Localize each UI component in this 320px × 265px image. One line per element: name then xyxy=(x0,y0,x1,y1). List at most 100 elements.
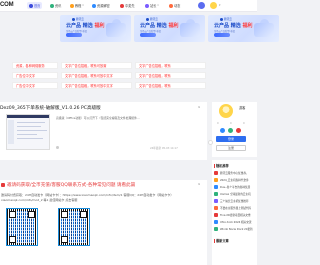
bullet-icon xyxy=(214,192,218,196)
promo-link[interactable]: 文字广告位招租，联系 xyxy=(135,62,206,69)
list-item-label: Ufox dock 2024 相关交流 xyxy=(220,221,252,224)
ad-brand: 腾讯云 xyxy=(72,17,84,21)
bullet-icon xyxy=(214,227,218,231)
cloud-icon xyxy=(220,17,223,21)
article-card: 邀请码获取/全币充值/客服QQ联系方式-各种常见问题 请看此篇 ∨ 邀请码付费获… xyxy=(0,180,207,265)
ad-card[interactable]: 腾讯云 云产品 精选 福利 全场云产品低至1折起 xyxy=(134,15,205,42)
ad-cta-button[interactable] xyxy=(140,33,156,37)
thumb-line xyxy=(17,122,45,123)
list-item[interactable]: Ufox dock 2024 相关交流 xyxy=(214,220,251,224)
nav-item-feed[interactable]: 动态 xyxy=(167,2,182,9)
site-logo[interactable]: COM xyxy=(0,2,14,8)
chevron-down-icon[interactable]: ∨ xyxy=(198,105,200,109)
nav-item-resources[interactable]: 资源解密 xyxy=(90,2,112,9)
ad-brand-label: 腾讯云 xyxy=(224,18,232,21)
bullet-icon xyxy=(214,178,218,182)
qr-code xyxy=(58,208,90,246)
ad-title-hot: 福利 xyxy=(168,23,179,29)
search-icon[interactable] xyxy=(198,2,205,9)
ad-cta-button[interactable] xyxy=(66,33,82,37)
promo-link[interactable]: 文字广告位招租，联系 xyxy=(135,72,206,79)
ad-brand: 腾讯云 xyxy=(146,17,158,21)
accent-bar xyxy=(214,238,215,243)
panel-heading-label: 最新文章 xyxy=(216,239,229,243)
user-panel: 游客 0 0 0 登录 注册 xyxy=(212,102,257,157)
ad-title-hot: 福利 xyxy=(94,23,105,29)
avatar[interactable] xyxy=(219,104,233,118)
chevron-down-icon[interactable]: ▾ xyxy=(219,3,221,7)
user-icon xyxy=(145,3,149,8)
nav-item-prize[interactable]: 中奖先 xyxy=(118,2,137,9)
news-icon xyxy=(50,3,54,8)
wechat-icon[interactable] xyxy=(228,128,233,133)
list-item-label: 不要在主服务器上测试代码 xyxy=(220,207,252,210)
recommend-panel: 随机推荐 腾讯云服务中心优惠券， 2024_云主机各种代金劵 Dus--各个平台… xyxy=(212,160,257,265)
ad-card[interactable]: 腾讯云 云产品 精选 福利 全场云产品低至1折起 xyxy=(208,15,279,42)
qr-corner xyxy=(61,236,68,243)
list-item-label: 腾讯云服务中心优惠券， xyxy=(220,172,249,175)
ad-card[interactable]: 腾讯云 云产品 精选 福利 全场云产品低至1折起 xyxy=(60,15,131,42)
nav-label: 首页 xyxy=(34,4,41,8)
chevron-down-icon: ▾ xyxy=(82,4,84,7)
thumb-sidebar xyxy=(8,120,14,144)
article-title[interactable]: Dez09_365下单系统-破解版_V1.0.26 PC高级版 xyxy=(0,105,101,111)
decor-shape xyxy=(106,23,126,37)
home-icon xyxy=(29,3,33,8)
qq-icon[interactable] xyxy=(220,128,225,133)
ad-title: 云产品 精选 福利 xyxy=(214,22,253,29)
article-excerpt: 高级版（Office功能）可以打开下（包括完全编辑及文件处理组件… xyxy=(56,116,140,120)
ad-brand-label: 腾讯云 xyxy=(150,18,158,21)
qr-corner xyxy=(61,211,68,218)
avatar[interactable] xyxy=(210,2,217,9)
promo-link[interactable]: 文字广告位招租，联系可放中文字 xyxy=(61,82,132,89)
ad-cta-button[interactable] xyxy=(214,33,230,37)
nav-item-tutorial[interactable]: 教程 ▾ xyxy=(68,2,86,9)
nav-label: 站长 xyxy=(150,4,157,8)
qr-code xyxy=(6,208,38,246)
list-item[interactable]: Windo Nocw Dock 24更新 xyxy=(214,227,253,231)
list-item[interactable]: Uomax 全球最新的云主机 xyxy=(214,192,251,196)
list-item[interactable]: 腾讯云服务中心优惠券， xyxy=(214,171,249,175)
cloud-icon xyxy=(146,17,149,21)
accent-bar xyxy=(214,163,215,168)
promo-link[interactable]: 资源，各种网络服务 xyxy=(12,62,58,69)
article-meta xyxy=(56,146,59,149)
nav-item-webmaster[interactable]: 站长 ▾ xyxy=(143,2,161,9)
login-button[interactable]: 登录 xyxy=(216,136,246,142)
qr-corner xyxy=(28,211,35,218)
stat-value: 0 xyxy=(217,122,219,125)
bullet-icon xyxy=(214,171,218,175)
book-icon xyxy=(70,3,74,8)
nav-item-home[interactable]: 首页 xyxy=(27,2,43,9)
list-item[interactable]: 不要在主服务器上测试代码 xyxy=(214,206,251,210)
article-title[interactable]: 邀请码获取/全币充值/客服QQ联系方式-各种常见问题 请看此篇 xyxy=(7,182,135,188)
activity-icon xyxy=(169,3,173,8)
ad-banner-row: 腾讯云 云产品 精选 福利 全场云产品低至1折起 腾讯云 云产品 精选 福利 全… xyxy=(60,15,279,42)
promo-link[interactable]: 广告位中文字 xyxy=(12,72,58,79)
promo-link[interactable]: 文字广告位招租，联系可放中文字 xyxy=(61,72,132,79)
nav-item-news[interactable]: 资讯 xyxy=(48,2,63,9)
article-body-line: 邀请码付费获取：24H自动发卡（网站卡卡）：https://www.xiaoma… xyxy=(1,193,174,197)
panel-heading: 随机推荐 xyxy=(214,163,229,168)
ad-title: 云产品 精选 福利 xyxy=(66,22,105,29)
list-item[interactable]: 2024_云主机各种代金劵 xyxy=(214,178,249,182)
ad-brand: 腾讯云 xyxy=(220,17,232,21)
avatar xyxy=(56,146,59,149)
thumb-titlebar xyxy=(7,115,49,118)
list-item[interactable]: Tina XR更新项目相关文章 xyxy=(214,213,251,217)
chevron-down-icon[interactable]: ∨ xyxy=(198,182,200,186)
thumb-line xyxy=(17,130,47,131)
register-button[interactable]: 注册 xyxy=(216,145,246,151)
bullet-icon xyxy=(214,199,218,203)
back-to-top-icon[interactable] xyxy=(208,140,213,145)
promo-link[interactable]: 文字广告位招租，联系 xyxy=(135,82,206,89)
promo-link[interactable]: 广告位中文字 xyxy=(12,82,58,89)
social-icons xyxy=(220,128,241,133)
weibo-icon[interactable] xyxy=(236,128,241,133)
notice-icon xyxy=(1,183,5,187)
list-item[interactable]: 三个站长云主机优惠推荐 xyxy=(214,199,249,203)
article-thumbnail[interactable] xyxy=(6,114,50,150)
list-item[interactable]: Dus--各个平台的各种优质 xyxy=(214,185,250,189)
promo-link[interactable]: 文字广告位招租，联系可放置 xyxy=(61,62,132,69)
nav-label: 中奖先 xyxy=(125,4,135,8)
